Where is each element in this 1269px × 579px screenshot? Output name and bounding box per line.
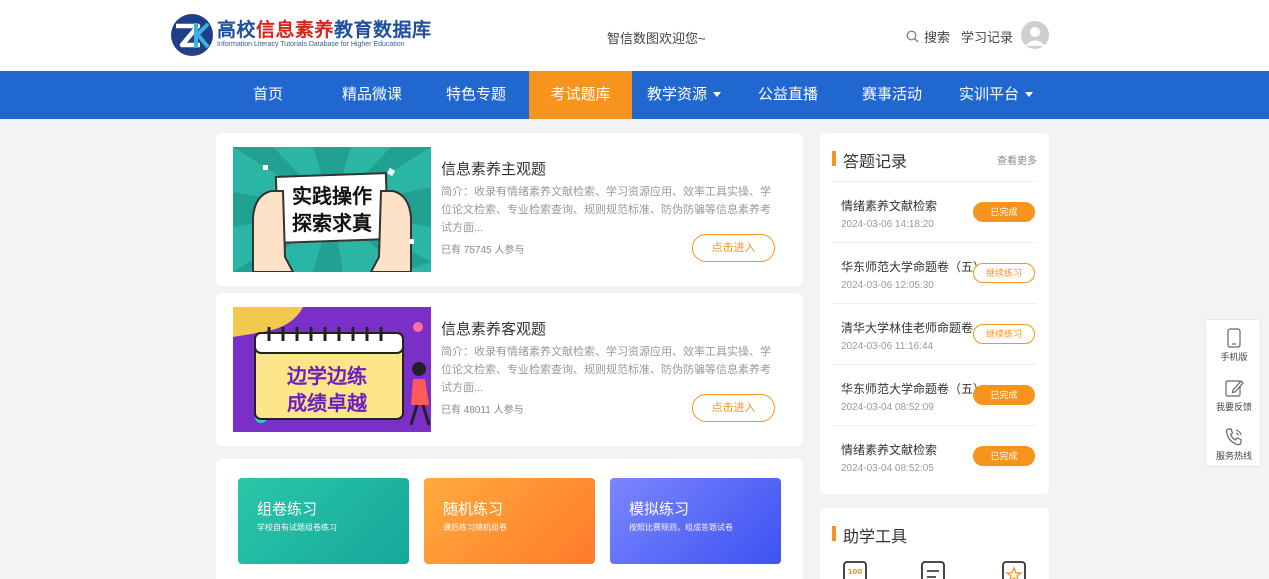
main-nav: 首页 精品微课 特色专题 考试题库 教学资源 公益直播 赛事活动 实训平台: [0, 71, 1269, 119]
practice-title: 组卷练习: [257, 501, 318, 518]
quiz-card-objective: 边学边练 成绩卓越 信息素养客观题 简介：收录有情绪素养文献检索、学习资源应用、…: [216, 293, 803, 446]
nav-item-micro-courses[interactable]: 精品微课: [332, 71, 412, 119]
practice-banner-illustration: 实践操作 探索求真: [233, 147, 431, 272]
status-badge[interactable]: 继续练习: [973, 263, 1035, 283]
edit-icon: [1225, 380, 1244, 397]
record-row[interactable]: 华东师范大学命题卷（五） 2024-03-06 12:05:30 继续练习: [832, 242, 1037, 303]
record-time: 2024-03-04 08:52:09: [841, 402, 934, 413]
quiz-description: 简介：收录有情绪素养文献检索、学习资源应用、效率工具实操、学位论文检索、专业检索…: [441, 346, 771, 394]
record-row[interactable]: 华东师范大学命题卷（五） 2024-03-04 08:52:09 已完成: [832, 364, 1037, 425]
search-label: 搜索: [924, 30, 951, 45]
quiz-title[interactable]: 信息素养客观题: [441, 318, 546, 339]
panel-title: 答题记录: [832, 148, 907, 172]
chevron-down-icon: [1025, 91, 1033, 97]
view-more-link[interactable]: 查看更多: [997, 152, 1037, 167]
side-label: 我要反馈: [1215, 402, 1252, 412]
record-time: 2024-03-04 08:52:05: [841, 463, 934, 474]
record-time: 2024-03-06 14:18:20: [841, 219, 934, 230]
quiz-card-subjective: 实践操作 探索求真 信息素养主观题 简介：收录有情绪素养文献检索、学习资源应用、…: [216, 133, 803, 286]
score-100-icon[interactable]: 100: [842, 560, 868, 579]
practice-modes-card: 组卷练习 学校自有试题组卷练习 随机练习 课后练习随机组卷 模拟练习 按照比赛规…: [216, 459, 803, 579]
record-name: 清华大学林佳老师命题卷: [841, 321, 974, 335]
mobile-version-button[interactable]: 手机版: [1206, 320, 1262, 368]
quiz-description: 简介：收录有情绪素养文献检索、学习资源应用、效率工具实操、学位论文检索、专业检索…: [441, 186, 771, 234]
status-badge[interactable]: 已完成: [973, 446, 1035, 466]
record-name: 情绪素养文献检索: [841, 199, 938, 213]
banner-text-line1: 边学边练: [286, 364, 367, 388]
nav-item-live[interactable]: 公益直播: [748, 71, 828, 119]
search-icon: [906, 30, 919, 43]
record-row[interactable]: 情绪素养文献检索 2024-03-04 08:52:05 已完成: [832, 425, 1037, 486]
welcome-text: 智信数图欢迎您~: [607, 31, 706, 46]
mobile-icon: [1227, 328, 1241, 348]
nav-item-training[interactable]: 实训平台: [953, 71, 1039, 119]
side-label: 手机版: [1220, 352, 1248, 362]
record-row[interactable]: 清华大学林佳老师命题卷 2024-03-06 11:16:44 继续练习: [832, 303, 1037, 364]
site-logo[interactable]: 高校信息素养教育数据库 Information Literacy Tutoria…: [170, 13, 431, 59]
panel-title: 助学工具: [832, 523, 907, 547]
banner-text-line2: 探索求真: [292, 211, 372, 235]
practice-subtitle: 课后练习随机组卷: [443, 523, 507, 532]
answer-records-panel: 答题记录 查看更多 情绪素养文献检索 2024-03-06 14:18:20 已…: [820, 133, 1049, 494]
feedback-button[interactable]: 我要反馈: [1206, 370, 1262, 418]
mock-practice-button[interactable]: 模拟练习 按照比赛规则，组成答题试卷: [610, 478, 781, 564]
side-label: 服务热线: [1215, 451, 1252, 461]
quiz-banner-image[interactable]: 边学边练 成绩卓越: [233, 307, 431, 432]
search-link[interactable]: 搜索: [906, 27, 950, 46]
practice-subtitle: 按照比赛规则，组成答题试卷: [629, 523, 733, 532]
participant-count: 已有 75745 人参与: [441, 245, 525, 256]
quiz-title[interactable]: 信息素养主观题: [441, 158, 546, 179]
practice-title: 模拟练习: [629, 501, 690, 518]
learning-record-link[interactable]: 学习记录: [961, 27, 1013, 46]
enter-button[interactable]: 点击进入: [692, 234, 775, 262]
phone-icon: [1225, 428, 1242, 446]
user-avatar-icon: [1021, 21, 1049, 49]
nav-item-home[interactable]: 首页: [237, 71, 299, 119]
participant-count: 已有 48011 人参与: [441, 405, 524, 416]
record-time: 2024-03-06 12:05:30: [841, 280, 934, 291]
status-badge[interactable]: 已完成: [973, 385, 1035, 405]
study-tools-panel: 助学工具 100: [820, 508, 1049, 579]
learn-practice-banner-illustration: 边学边练 成绩卓越: [233, 307, 431, 432]
record-name: 情绪素养文献检索: [841, 443, 938, 457]
nav-item-events[interactable]: 赛事活动: [852, 71, 932, 119]
record-time: 2024-03-06 11:16:44: [841, 341, 934, 352]
random-practice-button[interactable]: 随机练习 课后练习随机组卷: [424, 478, 595, 564]
svg-text:100: 100: [848, 568, 863, 576]
logo-subtitle: Information Literacy Tutorials Database …: [217, 41, 405, 48]
practice-title: 随机练习: [443, 501, 504, 518]
zk-logo-icon: [171, 14, 213, 56]
star-book-icon[interactable]: [1001, 560, 1027, 579]
floating-sidebar: 手机版 我要反馈 服务热线: [1205, 319, 1261, 467]
avatar[interactable]: [1021, 21, 1049, 49]
site-header: 高校信息素养教育数据库 Information Literacy Tutoria…: [0, 0, 1269, 71]
nav-item-exam-bank[interactable]: 考试题库: [529, 71, 632, 119]
status-badge[interactable]: 继续练习: [973, 324, 1035, 344]
practice-subtitle: 学校自有试题组卷练习: [257, 523, 337, 532]
nav-item-special-topics[interactable]: 特色专题: [436, 71, 516, 119]
record-name: 华东师范大学命题卷（五）: [841, 260, 986, 274]
list-document-icon[interactable]: [920, 560, 946, 579]
record-name: 华东师范大学命题卷（五）: [841, 382, 986, 396]
service-hotline-button[interactable]: 服务热线: [1206, 419, 1262, 467]
logo-title: 高校信息素养教育数据库: [217, 20, 432, 41]
status-badge[interactable]: 已完成: [973, 202, 1035, 222]
quiz-banner-image[interactable]: 实践操作 探索求真: [233, 147, 431, 272]
banner-text-line1: 实践操作: [292, 184, 372, 208]
record-row[interactable]: 情绪素养文献检索 2024-03-06 14:18:20 已完成: [832, 181, 1037, 242]
chevron-down-icon: [713, 91, 721, 97]
enter-button[interactable]: 点击进入: [692, 394, 775, 422]
compose-practice-button[interactable]: 组卷练习 学校自有试题组卷练习: [238, 478, 409, 564]
nav-item-teaching-resources[interactable]: 教学资源: [641, 71, 727, 119]
banner-text-line2: 成绩卓越: [287, 391, 368, 415]
